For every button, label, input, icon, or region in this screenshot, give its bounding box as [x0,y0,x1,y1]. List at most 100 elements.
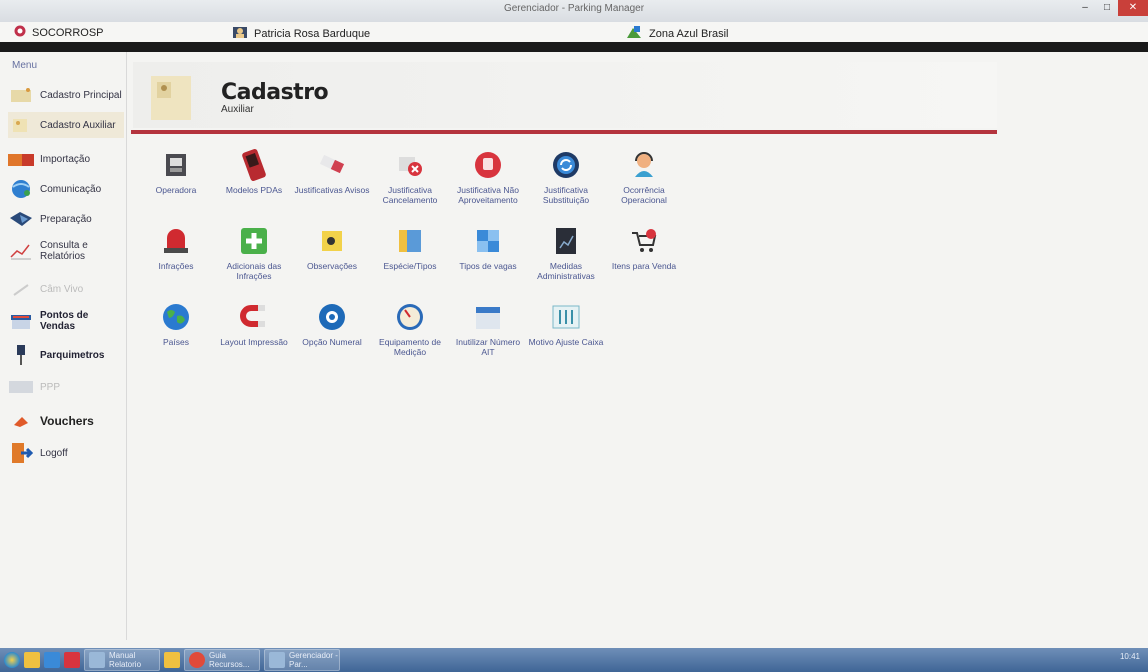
sidebar-item-label: Cadastro Principal [40,89,122,101]
tile-label: Tipos de vagas [459,261,517,271]
header-divider [131,130,997,134]
sidebar-item-cadastro-principal[interactable]: Cadastro Principal [8,82,124,108]
maximize-button[interactable]: □ [1096,0,1118,16]
window-title: Gerenciador - Parking Manager [503,3,645,14]
tile-justificativa-substituicao[interactable]: Justificativa Substituição [527,148,605,212]
taskbar-clock[interactable]: 10:41 [1120,652,1140,661]
taskbar-folder[interactable] [164,650,180,670]
tile-inutilizar-numero-ait[interactable]: Inutilizar Número AIT [449,300,527,364]
tile-motivo-ajuste-caixa[interactable]: Motivo Ajuste Caixa [527,300,605,364]
sidebar-item-pontos-de-vendas[interactable]: Pontos de Vendas [8,308,124,334]
sidebar-item-ppp[interactable]: PPP [8,374,124,400]
window-titlebar: Gerenciador - Parking Manager – □ ✕ [0,0,1148,22]
close-button[interactable]: ✕ [1118,0,1148,16]
tile-adicionais-das-infracoes[interactable]: Adicionais das Infrações [215,224,293,288]
tile-label: Equipamento de Medição [379,337,441,357]
tile-itens-para-venda[interactable]: Itens para Venda [605,224,683,288]
sidebar: Menu Cadastro Principal Cadastro Auxilia… [0,52,127,640]
windows-start-icon [4,652,20,668]
os-taskbar: Manual Relatorio Guia Recursos... Gerenc… [0,648,1148,672]
tile-label: Espécie/Tipos [383,261,437,271]
sidebar-item-label: Vouchers [40,413,94,428]
main-content: Cadastro Auxiliar Operadora Modelos PDAs… [127,52,1148,640]
eraser-icon [314,148,350,182]
sidebar-item-label: Consulta e Relatórios [40,240,88,262]
puzzle-icon [470,224,506,258]
menu-label: Menu [12,60,38,71]
sidebar-item-label: Logoff [40,447,68,459]
sidebar-item-vouchers[interactable]: Vouchers [8,408,124,434]
tile-modelos-pdas[interactable]: Modelos PDAs [215,148,293,212]
explorer-icon [24,652,40,668]
brand-logo-icon [14,25,26,40]
camera-icon [8,279,34,299]
sidebar-item-label: Importação [40,153,91,165]
taskbar-explorer[interactable] [24,650,40,670]
sidebar-item-label: Preparação [40,213,92,225]
sidebar-item-preparacao[interactable]: Preparação [8,206,124,232]
current-user: Patricia Rosa Barduque [232,25,370,42]
sidebar-item-comunicacao[interactable]: Comunicação [8,176,124,202]
tile-infracoes[interactable]: Infrações [137,224,215,288]
sidebar-item-parquimetros[interactable]: Parquimetros [8,342,124,368]
pda-icon [236,148,272,182]
parking-meter-icon [8,345,34,365]
task-label: Manual Relatorio [109,651,142,669]
sidebar-item-consulta-relatorios[interactable]: Consulta e Relatórios [8,238,124,264]
prepare-device-icon [8,209,34,229]
header-separator [0,42,1148,52]
tile-label: Medidas Administrativas [537,261,595,281]
sidebar-item-label: Comunicação [40,183,102,195]
tile-justificativas-avisos[interactable]: Justificativas Avisos [293,148,371,212]
tile-label: Justificativa Substituição [542,185,590,205]
folder-person-icon [147,72,195,122]
tile-layout-impressao[interactable]: Layout Impressão [215,300,293,364]
tile-justificativa-nao-aproveitamento[interactable]: Justificativa Não Aproveitamento [449,148,527,212]
tile-operadora[interactable]: Operadora [137,148,215,212]
tile-label: Ocorrência Operacional [621,185,667,205]
cancel-icon [392,148,428,182]
folder-icon [8,115,34,135]
start-button[interactable] [4,650,20,670]
logoff-door-icon [8,443,34,463]
tile-ocorrencia-operacional[interactable]: Ocorrência Operacional [605,148,683,212]
folder-icon [164,652,180,668]
minimize-button[interactable]: – [1074,0,1096,16]
taskbar-task-3[interactable]: Gerenciador - Par... [264,649,340,671]
sidebar-item-importacao[interactable]: Importação [8,146,124,172]
tile-observacoes[interactable]: Observações [293,224,371,288]
tile-especie-tipos[interactable]: Espécie/Tipos [371,224,449,288]
taskbar-app[interactable] [64,650,80,670]
tile-paises[interactable]: Países [137,300,215,364]
tile-label: Opção Numeral [302,337,362,347]
taskbar-browser[interactable] [44,650,60,670]
note-icon [314,224,350,258]
sidebar-item-label: PPP [40,381,61,393]
sidebar-item-label: Pontos de Vendas [40,310,89,332]
globe-network-icon [8,179,34,199]
tile-equipamento-de-medicao[interactable]: Equipamento de Medição [371,300,449,364]
tile-medidas-administrativas[interactable]: Medidas Administrativas [527,224,605,288]
tile-label: Itens para Venda [611,261,677,271]
stop-hand-icon [470,148,506,182]
document-chart-icon [548,224,584,258]
tile-tipos-de-vagas[interactable]: Tipos de vagas [449,224,527,288]
tile-label: Infrações [158,261,194,271]
user-icon [232,25,248,42]
sidebar-item-cam-vivo[interactable]: Câm Vivo [8,276,124,302]
taskbar-task-1[interactable]: Manual Relatorio [84,649,160,671]
import-icon [8,149,34,169]
app-header: SOCORROSP Patricia Rosa Barduque Zona Az… [0,22,1148,42]
zone-icon [625,25,643,42]
taskbar-task-2[interactable]: Guia Recursos... [184,649,260,671]
tile-label: Operadora [155,185,197,195]
tile-opcao-numeral[interactable]: Opção Numeral [293,300,371,364]
user-name: Patricia Rosa Barduque [254,27,371,40]
sidebar-item-cadastro-auxiliar[interactable]: Cadastro Auxiliar [8,112,124,138]
tile-label: Países [163,337,189,347]
sidebar-item-logoff[interactable]: Logoff [8,440,124,466]
store-icon [8,311,34,331]
tile-justificativa-cancelamento[interactable]: Justificativa Cancelamento [371,148,449,212]
chrome-icon [189,652,205,668]
page-subtitle: Auxiliar [221,104,254,115]
